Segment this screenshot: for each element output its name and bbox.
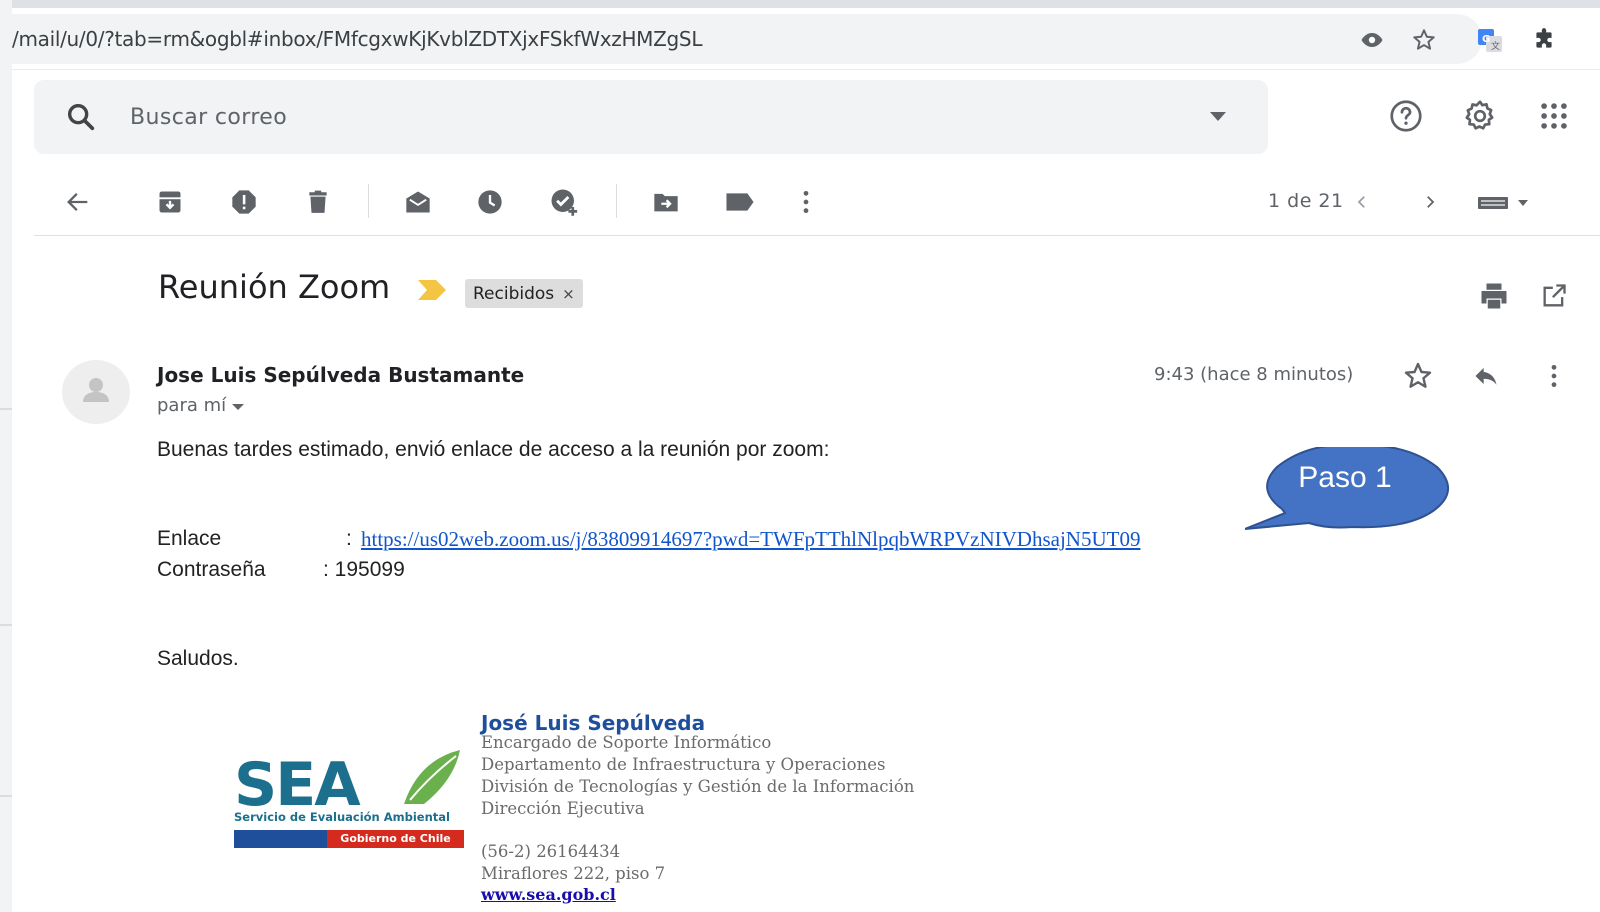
- sender-avatar[interactable]: [62, 360, 130, 424]
- remove-label-icon[interactable]: ×: [562, 285, 575, 303]
- chevron-left-icon[interactable]: [1344, 184, 1380, 220]
- browser-tabstrip-edge: [12, 0, 1600, 8]
- snooze-clock-icon[interactable]: [472, 184, 508, 220]
- window-edge: [0, 0, 12, 912]
- eye-icon[interactable]: [1358, 26, 1386, 54]
- recipient-label: para mí: [157, 395, 227, 416]
- signature-division: División de Tecnologías y Gestión de la …: [481, 777, 915, 796]
- message-toolbar: 1 de 21: [34, 170, 1600, 236]
- password-value: : 195099: [323, 558, 405, 581]
- star-message-icon[interactable]: [1398, 356, 1438, 396]
- browser-address-bar: /mail/u/0/?tab=rm&ogbl#inbox/FMfcgxwKjKv…: [12, 8, 1600, 70]
- label-chip-text: Recibidos: [473, 283, 555, 304]
- open-new-window-icon[interactable]: [1534, 276, 1574, 316]
- logo-gov-banner: Gobierno de Chile: [327, 830, 464, 848]
- settings-gear-icon[interactable]: [1460, 96, 1500, 136]
- apps-grid-icon[interactable]: [1534, 96, 1574, 136]
- edge-mark: [0, 624, 12, 626]
- svg-text:文: 文: [1491, 40, 1500, 52]
- greeting-text: Buenas tardes estimado, envió enlace de …: [157, 438, 830, 461]
- signature-address: Miraflores 222, piso 7: [481, 864, 666, 883]
- logo-caption: Servicio de Evaluación Ambiental: [234, 810, 450, 824]
- signature-role: Encargado de Soporte Informático: [481, 733, 772, 752]
- search-options-dropdown-icon[interactable]: [1210, 112, 1226, 121]
- move-to-folder-icon[interactable]: [648, 184, 684, 220]
- edge-mark: [0, 795, 12, 797]
- mail-search-bar: [34, 80, 1268, 154]
- sender-name[interactable]: Jose Luis Sepúlveda Bustamante: [157, 363, 524, 387]
- important-marker-icon[interactable]: [418, 280, 446, 300]
- message-more-options-icon[interactable]: [1534, 356, 1574, 396]
- step-callout: Paso 1: [1244, 443, 1455, 542]
- search-icon[interactable]: [64, 100, 98, 134]
- star-bookmark-icon[interactable]: [1410, 26, 1438, 54]
- archive-icon[interactable]: [152, 184, 188, 220]
- edge-mark: [0, 408, 12, 410]
- link-label: Enlace: [157, 527, 222, 550]
- pagination-label: 1 de 21: [1268, 190, 1344, 212]
- signature-name: José Luis Sepúlveda: [481, 711, 706, 735]
- more-options-vertical-icon[interactable]: [788, 184, 824, 220]
- extensions-puzzle-icon[interactable]: [1530, 26, 1558, 54]
- report-spam-icon[interactable]: [226, 184, 262, 220]
- password-label: Contraseña: [157, 558, 266, 581]
- url-text[interactable]: /mail/u/0/?tab=rm&ogbl#inbox/FMfcgxwKjKv…: [12, 27, 702, 51]
- search-input[interactable]: [130, 98, 1130, 136]
- signature-website-link[interactable]: www.sea.gob.cl: [481, 885, 616, 904]
- sea-logo: SEA Servicio de Evaluación Ambiental Gob…: [234, 750, 464, 858]
- email-subject: Reunión Zoom: [158, 268, 391, 306]
- show-details-caret-icon[interactable]: [232, 404, 245, 410]
- closing-text: Saludos.: [157, 647, 239, 670]
- toolbar-divider: [368, 184, 369, 218]
- message-timestamp: 9:43 (hace 8 minutos): [1154, 364, 1354, 385]
- mark-unread-icon[interactable]: [400, 184, 436, 220]
- print-icon[interactable]: [1474, 276, 1514, 316]
- signature-office: Dirección Ejecutiva: [481, 799, 645, 818]
- zoom-meeting-link[interactable]: https://us02web.zoom.us/j/83809914697?pw…: [361, 527, 1140, 552]
- recipient-details[interactable]: para mí: [157, 395, 245, 416]
- label-tag-icon[interactable]: [722, 184, 758, 220]
- signature-phone: (56-2) 26164434: [481, 842, 621, 861]
- help-icon[interactable]: [1386, 96, 1426, 136]
- back-arrow-icon[interactable]: [60, 184, 96, 220]
- inbox-label-chip: Recibidos ×: [465, 279, 583, 308]
- logo-flag-blue: [234, 830, 327, 848]
- svg-text:G: G: [1482, 34, 1490, 45]
- add-to-tasks-icon[interactable]: [546, 184, 582, 220]
- callout-text: Paso 1: [1298, 461, 1392, 494]
- link-separator: :: [346, 527, 352, 550]
- reply-icon[interactable]: [1466, 356, 1506, 396]
- signature-department: Departamento de Infraestructura y Operac…: [481, 755, 886, 774]
- toolbar-divider: [616, 184, 617, 218]
- input-tools-keyboard-icon[interactable]: [1474, 184, 1534, 220]
- translate-extension-icon[interactable]: G文: [1476, 26, 1504, 54]
- chevron-right-icon[interactable]: [1412, 184, 1448, 220]
- delete-trash-icon[interactable]: [300, 184, 336, 220]
